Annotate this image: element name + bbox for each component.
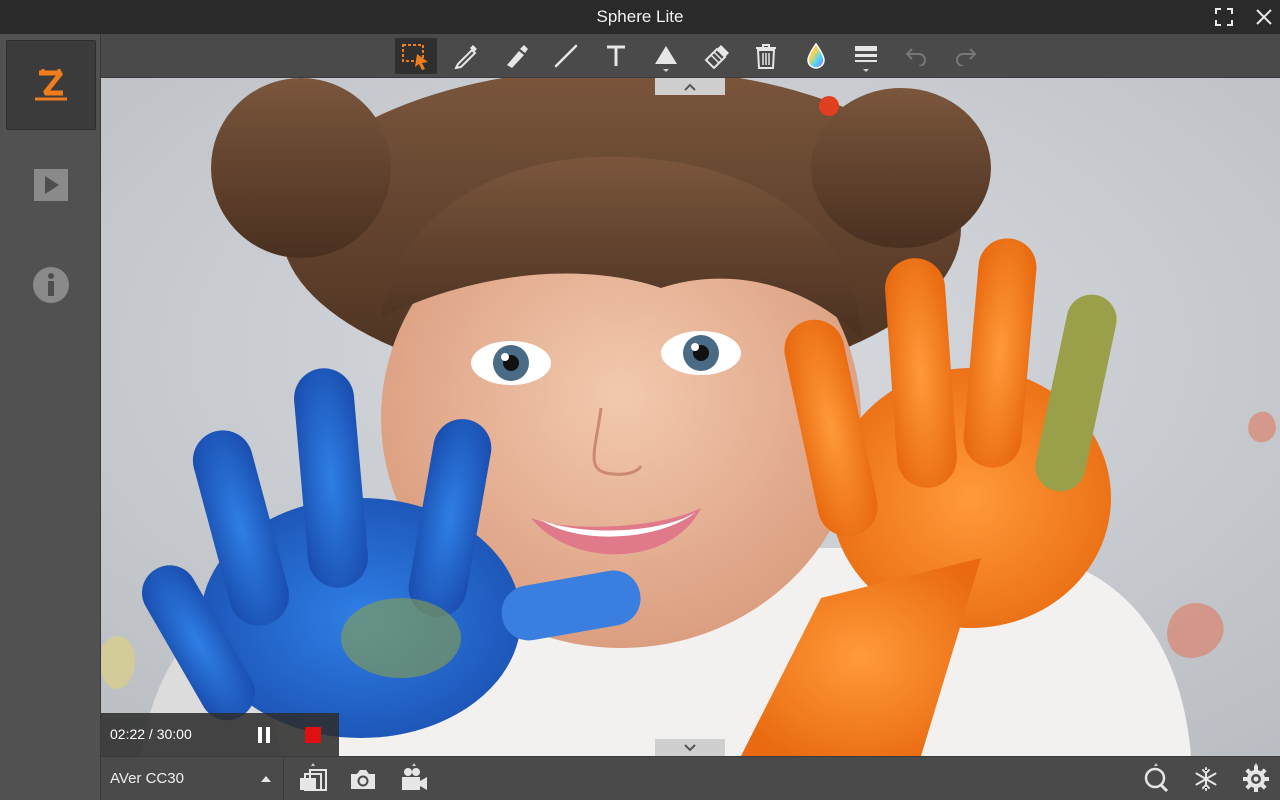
- title-bar: Sphere Lite: [0, 0, 1280, 34]
- collapse-bottombar-tab[interactable]: [655, 739, 725, 756]
- caret-up-icon: [261, 776, 271, 782]
- logo-z-icon: [35, 69, 67, 101]
- undo-icon: [905, 48, 926, 66]
- gear-icon: [1243, 766, 1269, 792]
- eraser-icon: [704, 45, 729, 69]
- line-width-icon: [855, 46, 877, 62]
- caret-up-icon: [412, 763, 416, 766]
- eraser-tool[interactable]: [695, 38, 737, 74]
- record-button[interactable]: [396, 762, 432, 796]
- resolution-icon: [300, 769, 327, 791]
- caret-up-icon: [1254, 763, 1258, 766]
- select-region-tool[interactable]: [395, 38, 437, 74]
- caret-up-icon: [311, 763, 315, 766]
- snowflake-icon: [1195, 767, 1217, 791]
- text-tool[interactable]: [595, 38, 637, 74]
- window-title: Sphere Lite: [596, 7, 684, 26]
- freeze-button[interactable]: [1188, 762, 1224, 796]
- highlighter-tool[interactable]: [495, 38, 537, 74]
- sidebar: [0, 34, 101, 800]
- snapshot-button[interactable]: [345, 762, 381, 796]
- dropdown-arrow-icon: [863, 69, 869, 72]
- line-tool[interactable]: [545, 38, 587, 74]
- color-drop-icon: [807, 42, 825, 69]
- line-width-tool[interactable]: [845, 38, 887, 74]
- settings-button[interactable]: [1238, 762, 1274, 796]
- sidebar-item-live[interactable]: [6, 40, 96, 130]
- camera-view[interactable]: 02:22 / 30:00: [101, 78, 1280, 756]
- highlighter-icon: [507, 45, 528, 68]
- zoom-icon: [1144, 767, 1169, 793]
- chevron-up-icon: [684, 83, 696, 91]
- redo-button[interactable]: [945, 38, 987, 74]
- recording-bar: 02:22 / 30:00: [101, 713, 339, 756]
- dropdown-arrow-icon: [663, 69, 669, 72]
- caret-up-icon: [1154, 763, 1158, 766]
- stop-button[interactable]: [304, 726, 322, 744]
- recording-time: 02:22 / 30:00: [110, 726, 192, 742]
- pen-tool[interactable]: [445, 38, 487, 74]
- play-icon: [34, 169, 68, 201]
- annotation-toolbar: [101, 34, 1280, 78]
- collapse-toolbar-tab[interactable]: [655, 78, 725, 95]
- close-icon[interactable]: [1254, 7, 1274, 27]
- pen-icon: [454, 45, 477, 69]
- shape-icon: [655, 46, 677, 64]
- undo-button[interactable]: [895, 38, 937, 74]
- camera-feed-image: [101, 78, 1280, 756]
- camera-select[interactable]: AVer CC30: [101, 757, 284, 800]
- redo-icon: [956, 48, 977, 66]
- sidebar-item-info[interactable]: [6, 240, 96, 330]
- fullscreen-icon[interactable]: [1214, 7, 1234, 27]
- camera-icon: [351, 770, 375, 789]
- stop-icon: [305, 727, 321, 743]
- trash-icon: [756, 44, 776, 69]
- sidebar-item-playback[interactable]: [6, 140, 96, 230]
- video-camera-icon: [402, 768, 427, 790]
- color-tool[interactable]: [795, 38, 837, 74]
- pause-button[interactable]: [253, 725, 275, 745]
- clear-tool[interactable]: [745, 38, 787, 74]
- chevron-down-icon: [684, 743, 696, 751]
- camera-name: AVer CC30: [110, 770, 184, 787]
- line-icon: [554, 44, 578, 68]
- text-icon: [607, 45, 625, 66]
- info-icon: [33, 267, 69, 303]
- bottom-bar: AVer CC30: [101, 756, 1280, 800]
- select-region-icon: [402, 44, 428, 70]
- zoom-button[interactable]: [1138, 762, 1174, 796]
- resolution-button[interactable]: [295, 762, 331, 796]
- shape-tool[interactable]: [645, 38, 687, 74]
- pause-icon: [258, 727, 270, 743]
